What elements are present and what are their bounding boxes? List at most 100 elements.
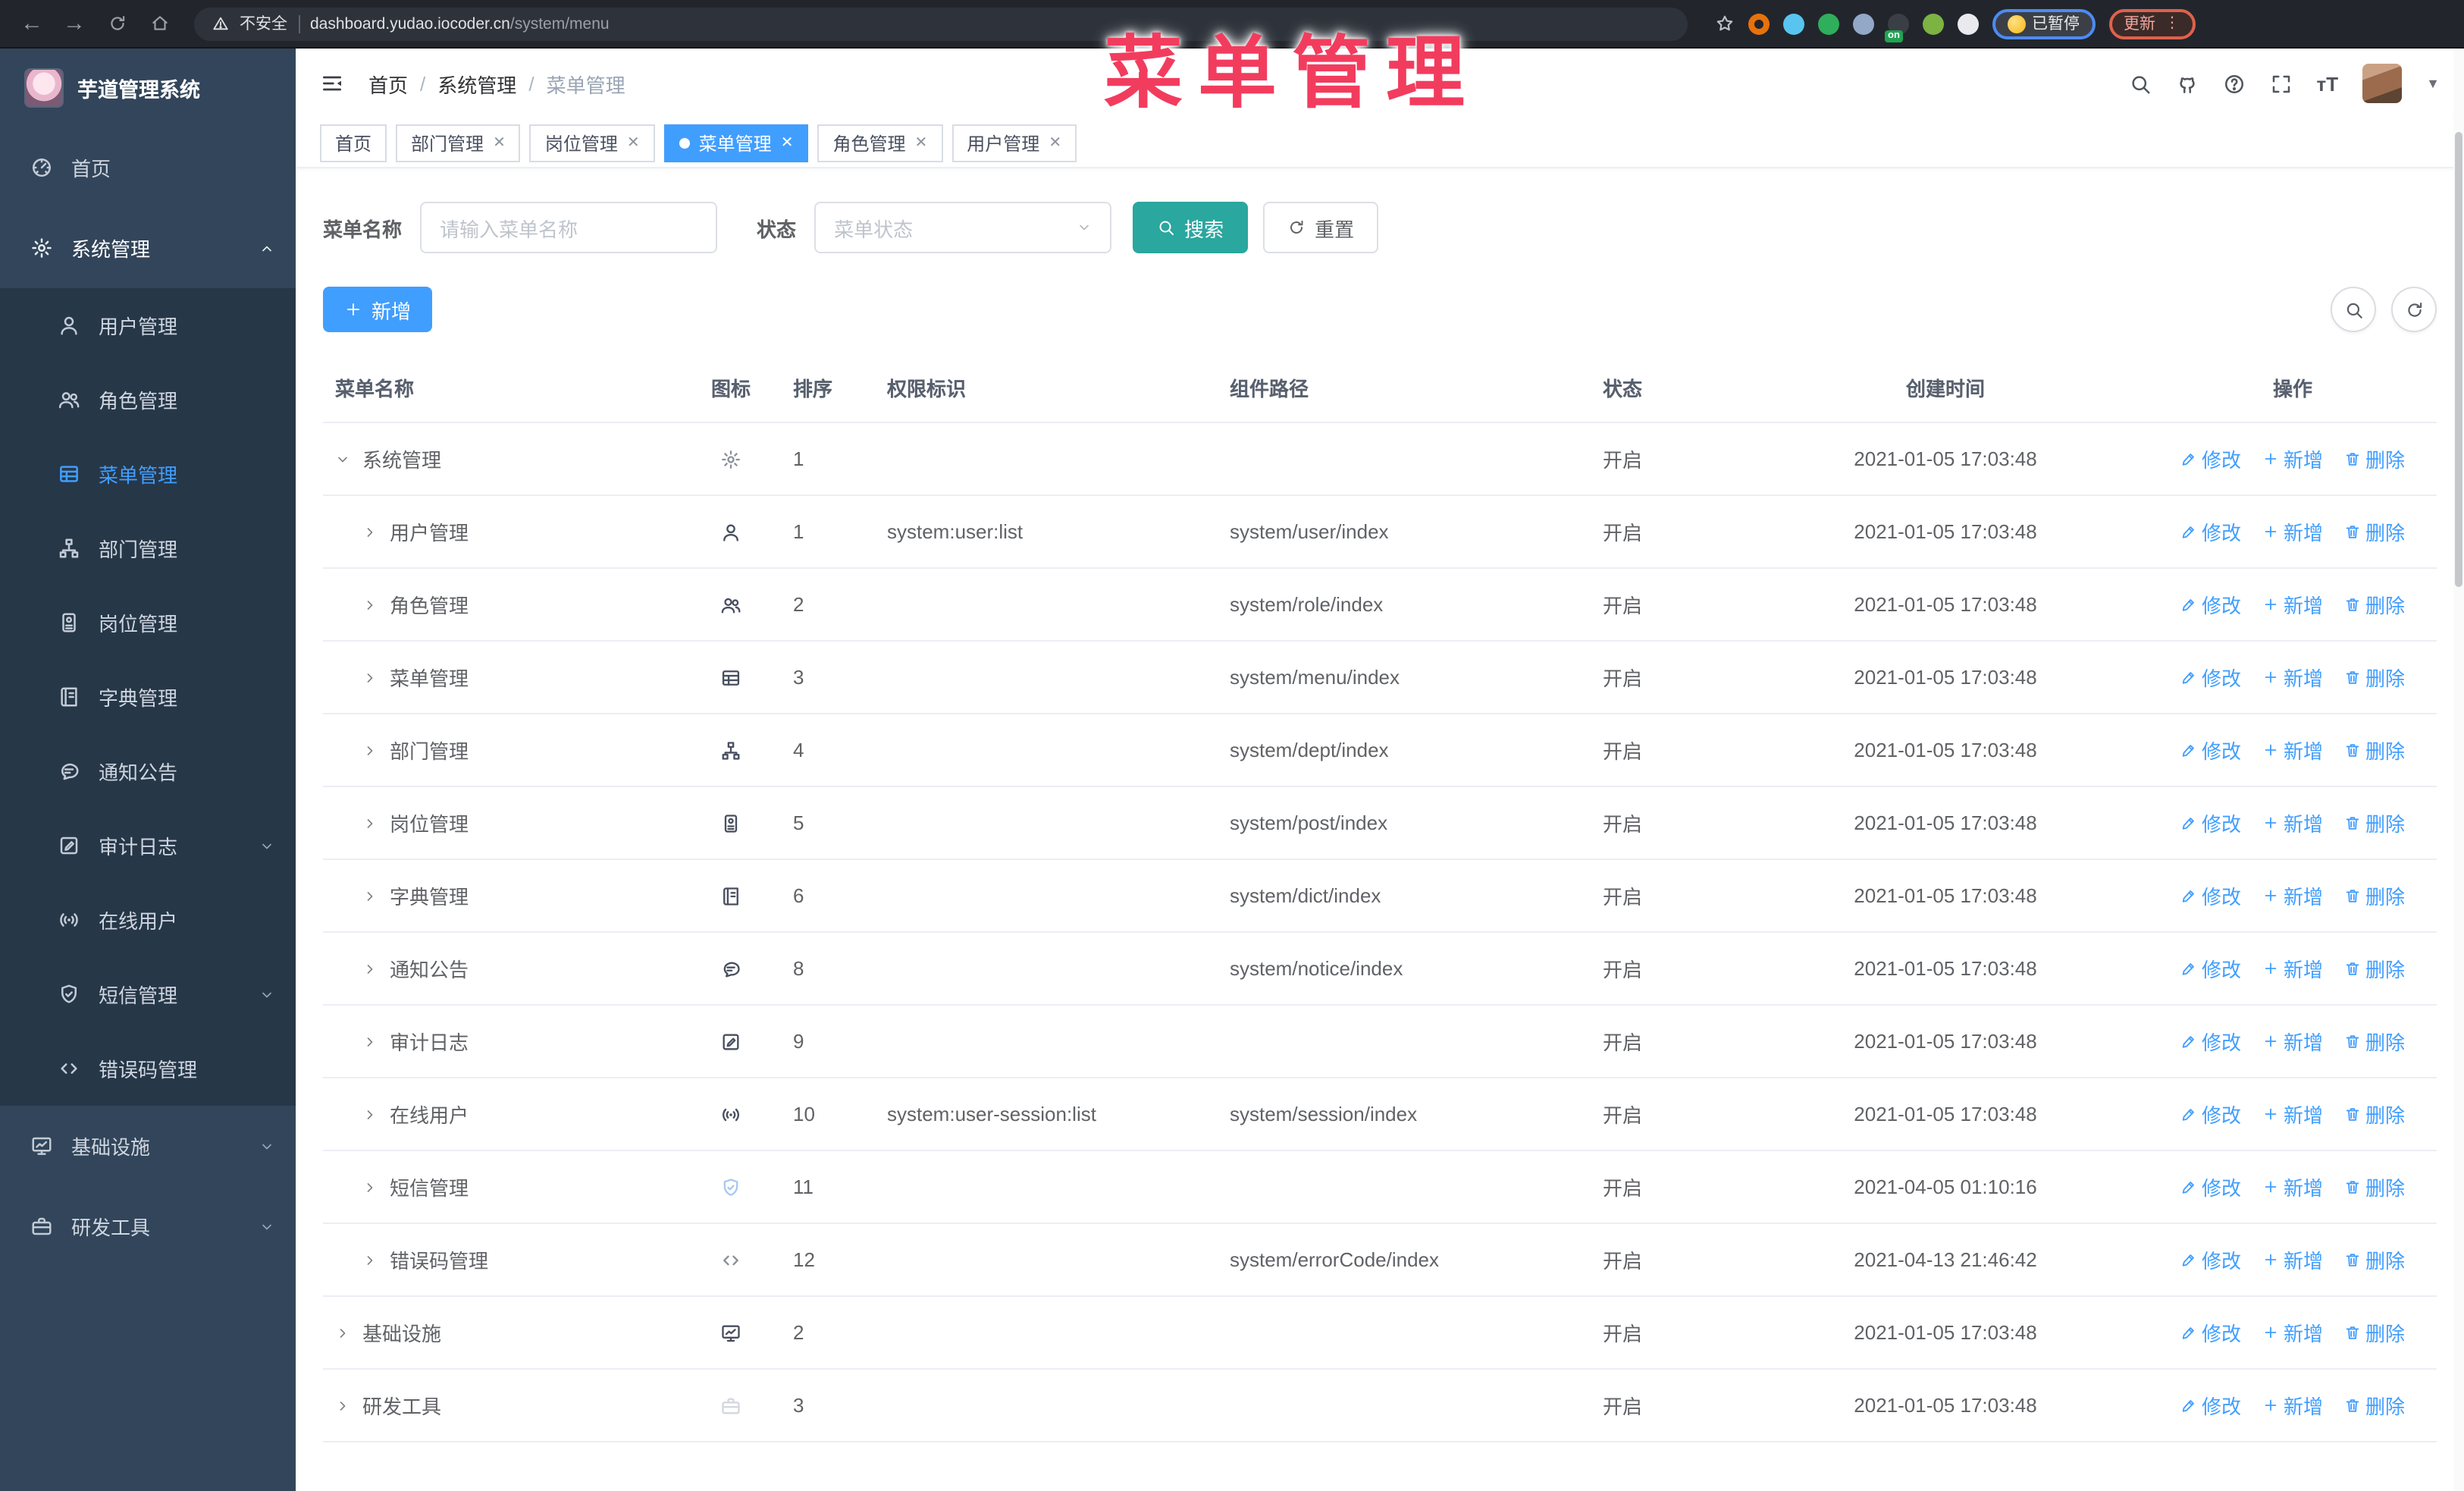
action-新增-link[interactable]: 新增 (2262, 517, 2323, 546)
action-新增-link[interactable]: 新增 (2262, 1245, 2323, 1274)
expand-chevron-right-icon[interactable] (362, 742, 378, 758)
user-avatar[interactable] (2362, 64, 2403, 103)
action-修改-link[interactable]: 修改 (2180, 1391, 2241, 1420)
sidebar-item-部门管理[interactable]: 部门管理 (0, 511, 296, 585)
action-新增-link[interactable]: 新增 (2262, 954, 2323, 983)
action-修改-link[interactable]: 修改 (2180, 1027, 2241, 1056)
bookmark-star-icon[interactable] (1715, 14, 1735, 33)
collapse-sidebar-icon[interactable] (320, 71, 344, 96)
close-tab-icon[interactable]: ✕ (781, 134, 794, 151)
action-修改-link[interactable]: 修改 (2180, 1100, 2241, 1128)
github-icon[interactable] (2176, 72, 2199, 95)
action-新增-link[interactable]: 新增 (2262, 444, 2323, 473)
action-新增-link[interactable]: 新增 (2262, 736, 2323, 764)
expand-chevron-right-icon[interactable] (362, 815, 378, 830)
tab-菜单管理[interactable]: 菜单管理 ✕ (663, 124, 809, 162)
ext-columns-icon[interactable] (1853, 13, 1874, 34)
expand-chevron-right-icon[interactable] (362, 670, 378, 685)
action-删除-link[interactable]: 删除 (2344, 517, 2405, 546)
action-修改-link[interactable]: 修改 (2180, 1172, 2241, 1201)
search-button[interactable]: 搜索 (1133, 202, 1249, 253)
sidebar-item-研发工具[interactable]: 研发工具 (0, 1186, 296, 1267)
text-size-icon[interactable]: тT (2317, 72, 2339, 95)
expand-chevron-right-icon[interactable] (362, 888, 378, 903)
action-新增-link[interactable]: 新增 (2262, 808, 2323, 837)
ext-green-monkey-icon[interactable] (1923, 13, 1944, 34)
ext-white-puzzle-icon[interactable] (1958, 13, 1979, 34)
sidebar-item-审计日志[interactable]: 审计日志 (0, 808, 296, 883)
expand-chevron-right-icon[interactable] (362, 961, 378, 976)
action-删除-link[interactable]: 删除 (2344, 1172, 2405, 1201)
expand-chevron-right-icon[interactable] (335, 1398, 350, 1413)
action-修改-link[interactable]: 修改 (2180, 590, 2241, 619)
sidebar-item-角色管理[interactable]: 角色管理 (0, 363, 296, 437)
tab-岗位管理[interactable]: 岗位管理 ✕ (529, 124, 655, 162)
close-tab-icon[interactable]: ✕ (627, 134, 640, 151)
browser-back-icon[interactable]: ← (15, 7, 49, 40)
action-修改-link[interactable]: 修改 (2180, 1318, 2241, 1347)
expand-chevron-right-icon[interactable] (362, 597, 378, 612)
sidebar-item-菜单管理[interactable]: 菜单管理 (0, 437, 296, 511)
action-删除-link[interactable]: 删除 (2344, 808, 2405, 837)
action-删除-link[interactable]: 删除 (2344, 590, 2405, 619)
action-修改-link[interactable]: 修改 (2180, 881, 2241, 910)
action-修改-link[interactable]: 修改 (2180, 954, 2241, 983)
action-删除-link[interactable]: 删除 (2344, 663, 2405, 692)
menu-dots-icon[interactable]: ⋮ (2165, 15, 2180, 32)
tab-角色管理[interactable]: 角色管理 ✕ (817, 124, 943, 162)
expand-chevron-right-icon[interactable] (335, 1325, 350, 1340)
sidebar-item-首页[interactable]: 首页 (0, 127, 296, 208)
breadcrumb-item[interactable]: 首页 (368, 69, 408, 98)
expand-chevron-right-icon[interactable] (362, 524, 378, 539)
sidebar-item-在线用户[interactable]: 在线用户 (0, 883, 296, 957)
breadcrumb-item[interactable]: 系统管理 (437, 69, 516, 98)
add-button[interactable]: 新增 (323, 287, 433, 332)
action-删除-link[interactable]: 删除 (2344, 1100, 2405, 1128)
action-新增-link[interactable]: 新增 (2262, 1391, 2323, 1420)
expand-chevron-right-icon[interactable] (362, 1179, 378, 1194)
help-icon[interactable] (2223, 72, 2246, 95)
status-select[interactable]: 菜单状态 (814, 202, 1112, 253)
action-修改-link[interactable]: 修改 (2180, 1245, 2241, 1274)
action-修改-link[interactable]: 修改 (2180, 736, 2241, 764)
action-修改-link[interactable]: 修改 (2180, 663, 2241, 692)
show-search-button[interactable] (2331, 287, 2376, 332)
sidebar-item-基础设施[interactable]: 基础设施 (0, 1106, 296, 1186)
action-删除-link[interactable]: 删除 (2344, 1318, 2405, 1347)
sidebar-item-通知公告[interactable]: 通知公告 (0, 734, 296, 808)
browser-reload-icon[interactable] (100, 7, 133, 40)
reset-button[interactable]: 重置 (1263, 202, 1379, 253)
sidebar-item-用户管理[interactable]: 用户管理 (0, 288, 296, 363)
browser-update-button[interactable]: 更新 ⋮ (2108, 8, 2195, 39)
close-tab-icon[interactable]: ✕ (915, 134, 928, 151)
action-新增-link[interactable]: 新增 (2262, 663, 2323, 692)
expand-chevron-down-icon[interactable] (335, 451, 350, 466)
chevron-down-icon[interactable]: ▼ (2426, 76, 2440, 91)
action-删除-link[interactable]: 删除 (2344, 444, 2405, 473)
sidebar-item-字典管理[interactable]: 字典管理 (0, 660, 296, 734)
app-logo-row[interactable]: 芋道管理系统 (0, 49, 296, 127)
close-tab-icon[interactable]: ✕ (493, 134, 506, 151)
expand-chevron-right-icon[interactable] (362, 1252, 378, 1267)
action-删除-link[interactable]: 删除 (2344, 1245, 2405, 1274)
action-删除-link[interactable]: 删除 (2344, 736, 2405, 764)
sidebar-item-错误码管理[interactable]: 错误码管理 (0, 1031, 296, 1106)
action-删除-link[interactable]: 删除 (2344, 881, 2405, 910)
action-修改-link[interactable]: 修改 (2180, 517, 2241, 546)
sidebar-item-岗位管理[interactable]: 岗位管理 (0, 585, 296, 660)
browser-home-icon[interactable] (143, 7, 176, 40)
sidebar-item-短信管理[interactable]: 短信管理 (0, 957, 296, 1031)
scrollbar-thumb[interactable] (2455, 132, 2462, 587)
sidebar-item-系统管理[interactable]: 系统管理 (0, 208, 296, 288)
ext-dark-on-icon[interactable]: on (1885, 13, 1909, 42)
ext-green-check-icon[interactable] (1818, 13, 1839, 34)
close-tab-icon[interactable]: ✕ (1049, 134, 1061, 151)
action-新增-link[interactable]: 新增 (2262, 1318, 2323, 1347)
action-删除-link[interactable]: 删除 (2344, 954, 2405, 983)
ext-orange-ring-icon[interactable] (1748, 13, 1770, 34)
refresh-table-button[interactable] (2391, 287, 2437, 332)
action-新增-link[interactable]: 新增 (2262, 1100, 2323, 1128)
tab-用户管理[interactable]: 用户管理 ✕ (951, 124, 1077, 162)
expand-chevron-right-icon[interactable] (362, 1106, 378, 1122)
expand-chevron-right-icon[interactable] (362, 1034, 378, 1049)
